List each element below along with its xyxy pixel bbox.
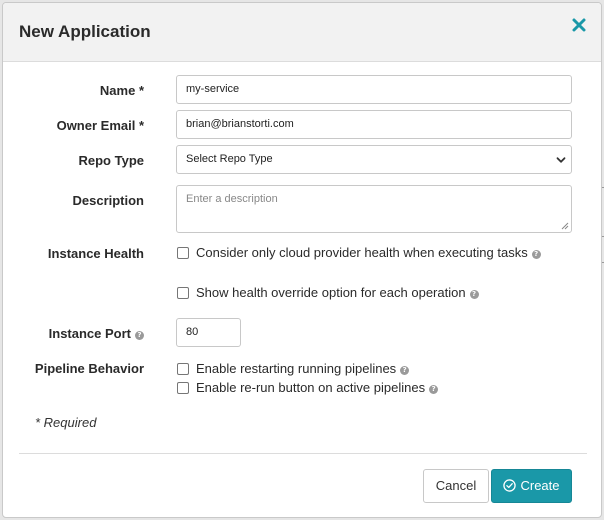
- rerun-button-checkbox[interactable]: [177, 382, 189, 394]
- owner-email-label: Owner Email *: [56, 118, 144, 133]
- instance-port-input[interactable]: 80: [176, 318, 241, 347]
- help-icon[interactable]: ?: [531, 250, 541, 259]
- help-icon[interactable]: ?: [135, 331, 144, 340]
- health-override-option[interactable]: Show health override option for each ope…: [177, 285, 479, 300]
- cloud-provider-health-checkbox[interactable]: [177, 247, 189, 259]
- cloud-provider-health-option[interactable]: Consider only cloud provider health when…: [177, 245, 541, 260]
- repo-type-select[interactable]: Select Repo Type: [176, 145, 572, 174]
- rerun-button-text: Enable re-run button on active pipelines: [196, 380, 426, 395]
- instance-port-label: Instance Port?: [49, 326, 144, 341]
- name-input[interactable]: my-service: [176, 75, 572, 104]
- health-override-checkbox[interactable]: [177, 287, 189, 299]
- help-icon[interactable]: ?: [469, 290, 479, 299]
- create-button-label: Create: [520, 478, 560, 493]
- description-label: Description: [72, 193, 144, 208]
- restart-pipelines-option[interactable]: Enable restarting running pipelines?: [177, 361, 410, 376]
- resize-grip-icon[interactable]: [561, 222, 569, 230]
- repo-type-selected: Select Repo Type: [186, 153, 273, 165]
- dialog-header: New Application: [3, 3, 601, 62]
- repo-type-label: Repo Type: [78, 153, 145, 168]
- close-x-icon[interactable]: [571, 17, 587, 33]
- rerun-button-option[interactable]: Enable re-run button on active pipelines…: [177, 380, 439, 395]
- new-application-dialog: New Application Name * my-service Owner …: [2, 2, 602, 518]
- dialog-title: New Application: [19, 22, 151, 41]
- help-icon[interactable]: ?: [400, 366, 410, 375]
- health-override-text: Show health override option for each ope…: [196, 285, 466, 300]
- footer-divider: [19, 453, 587, 454]
- description-placeholder: Enter a description: [186, 193, 278, 205]
- owner-email-input[interactable]: brian@brianstorti.com: [176, 110, 572, 139]
- restart-pipelines-checkbox[interactable]: [177, 363, 189, 375]
- name-label: Name *: [99, 83, 144, 98]
- instance-health-label: Instance Health: [47, 246, 144, 261]
- cancel-button[interactable]: Cancel: [423, 469, 489, 503]
- check-circle-icon: [503, 479, 517, 492]
- pipeline-behavior-label: Pipeline Behavior: [34, 361, 144, 376]
- required-note: * Required: [35, 415, 97, 430]
- description-textarea[interactable]: Enter a description: [176, 185, 572, 233]
- help-icon[interactable]: ?: [429, 385, 439, 394]
- chevron-down-icon: [556, 157, 566, 163]
- cloud-provider-health-text: Consider only cloud provider health when…: [196, 245, 528, 260]
- create-button[interactable]: Create: [491, 469, 572, 503]
- restart-pipelines-text: Enable restarting running pipelines: [196, 361, 397, 376]
